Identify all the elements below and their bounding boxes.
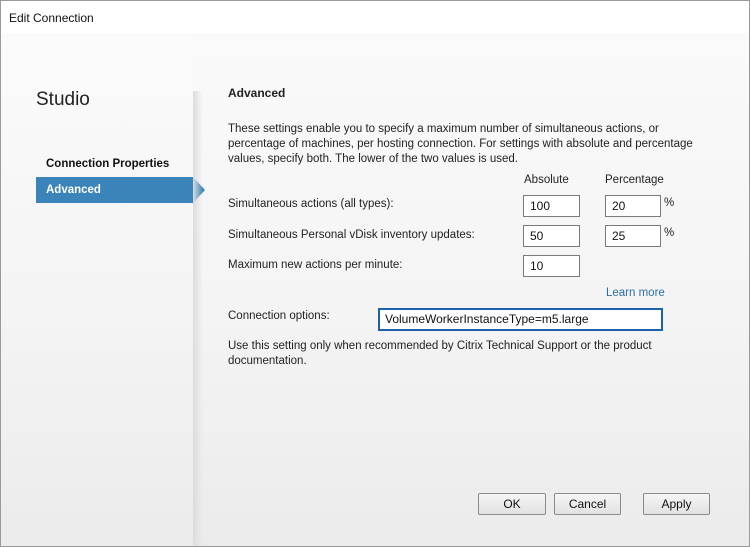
studio-title: Studio bbox=[36, 89, 90, 110]
connection-options-label: Connection options: bbox=[228, 310, 330, 322]
simultaneous-actions-label: Simultaneous actions (all types): bbox=[228, 198, 394, 210]
window-title: Edit Connection bbox=[9, 11, 94, 25]
absolute-column-header: Absolute bbox=[524, 174, 569, 186]
percentage-column-header: Percentage bbox=[605, 174, 664, 186]
pvd-inventory-updates-label: Simultaneous Personal vDisk inventory up… bbox=[228, 229, 475, 241]
sidebar-item-label: Connection Properties bbox=[46, 158, 170, 170]
max-new-actions-label: Maximum new actions per minute: bbox=[228, 259, 403, 271]
connection-options-input[interactable]: VolumeWorkerInstanceType=m5.large bbox=[378, 308, 663, 331]
simultaneous-actions-absolute-input[interactable]: 100 bbox=[523, 195, 580, 217]
pvd-inventory-percentage-input[interactable]: 25 bbox=[605, 225, 661, 247]
ok-button[interactable]: OK bbox=[478, 493, 546, 515]
cancel-button[interactable]: Cancel bbox=[554, 493, 621, 515]
learn-more-link[interactable]: Learn more bbox=[606, 287, 665, 299]
support-note-text: Use this setting only when recommended b… bbox=[228, 340, 652, 367]
percent-unit: % bbox=[664, 227, 675, 239]
page-title: Advanced bbox=[228, 86, 286, 100]
sidebar-item-label: Advanced bbox=[46, 184, 101, 196]
dialog-content: Studio Connection Properties Advanced Ad… bbox=[1, 33, 749, 546]
simultaneous-actions-percentage-input[interactable]: 20 bbox=[605, 195, 661, 217]
apply-button[interactable]: Apply bbox=[643, 493, 710, 515]
sidebar-divider bbox=[193, 91, 203, 546]
edit-connection-window: Edit Connection Studio Connection Proper… bbox=[0, 0, 750, 547]
description-text: These settings enable you to specify a m… bbox=[228, 123, 693, 165]
pvd-inventory-absolute-input[interactable]: 50 bbox=[523, 225, 580, 247]
title-bar: Edit Connection bbox=[1, 1, 749, 33]
max-new-actions-input[interactable]: 10 bbox=[523, 255, 580, 277]
sidebar: Studio Connection Properties Advanced bbox=[1, 33, 205, 546]
percent-unit: % bbox=[664, 197, 675, 209]
sidebar-item-advanced[interactable]: Advanced bbox=[36, 177, 205, 203]
sidebar-item-connection-properties[interactable]: Connection Properties bbox=[36, 151, 193, 177]
